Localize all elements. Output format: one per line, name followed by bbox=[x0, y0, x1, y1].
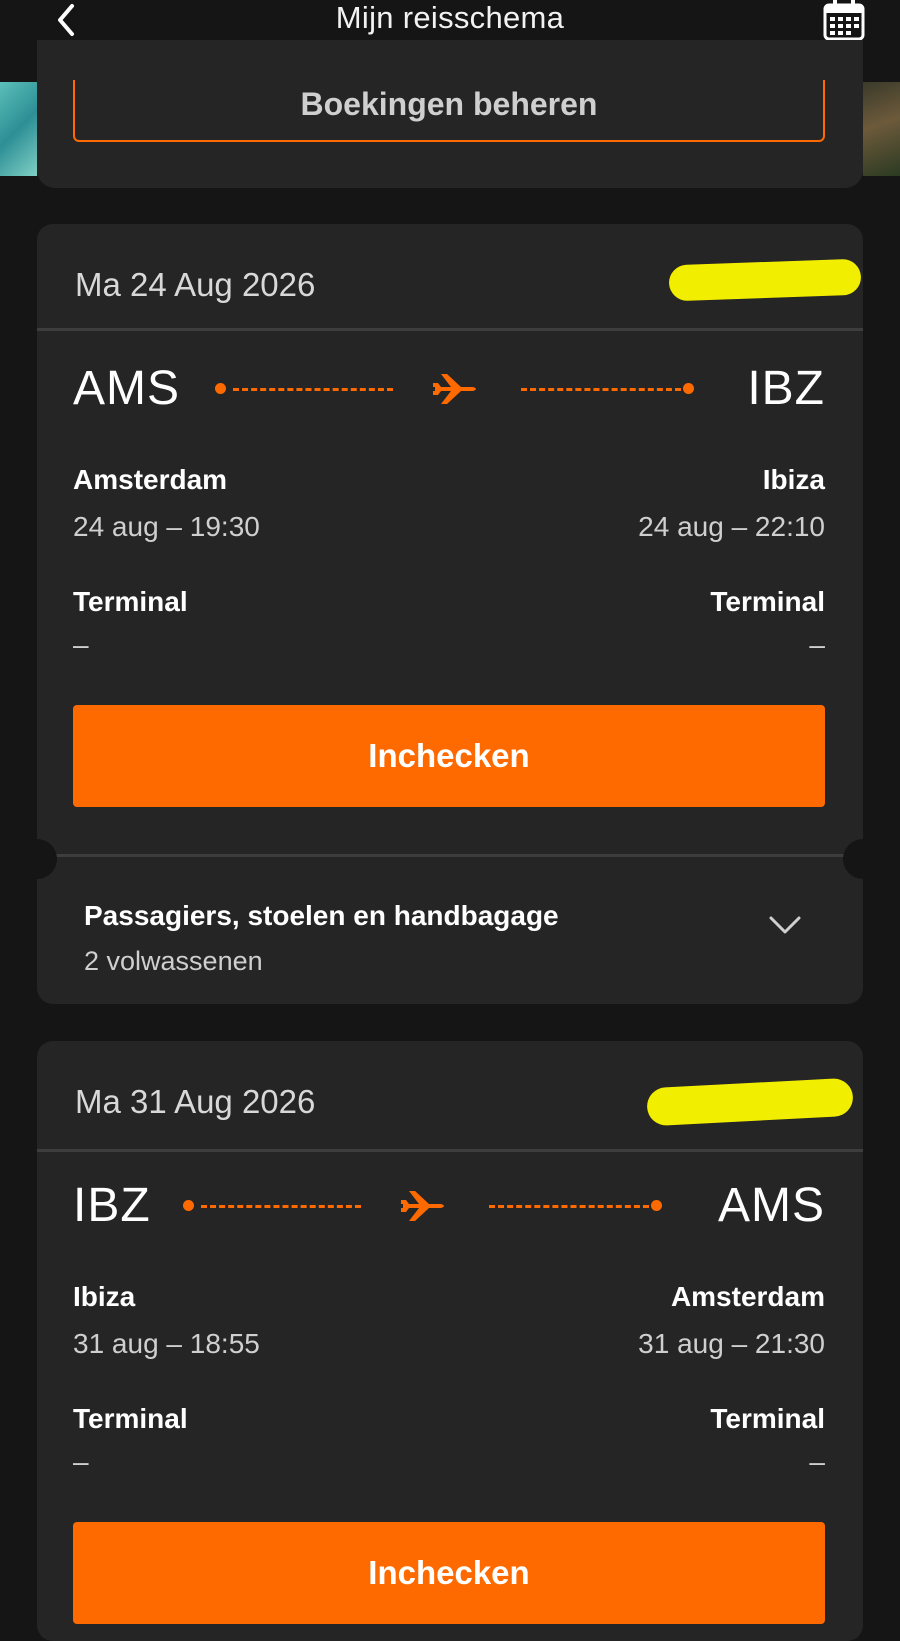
divider bbox=[37, 854, 863, 857]
checkin-button[interactable]: Inchecken bbox=[73, 705, 825, 807]
arrival-city: Ibiza bbox=[762, 464, 825, 495]
manage-bookings-label: Boekingen beheren bbox=[300, 86, 598, 122]
departure-code: IBZ bbox=[73, 1179, 151, 1232]
passengers-title: Passagiers, stoelen en handbagage bbox=[84, 900, 559, 931]
divider bbox=[37, 328, 863, 331]
flight-card-return: Ma 31 Aug 2026 IBZ AMS Ibiza Amsterdam 3… bbox=[37, 1041, 863, 1641]
divider bbox=[37, 1149, 863, 1152]
redaction-mark bbox=[646, 1077, 854, 1127]
passengers-count: 2 volwassenen bbox=[84, 946, 263, 976]
arrival-terminal-label: Terminal bbox=[710, 1403, 825, 1434]
calendar-icon[interactable] bbox=[822, 0, 866, 42]
chevron-down-icon[interactable] bbox=[765, 912, 805, 938]
ticket-notch bbox=[843, 839, 883, 879]
arrival-code: IBZ bbox=[747, 362, 825, 415]
destination-image-left bbox=[0, 82, 37, 176]
departure-terminal-value: – bbox=[73, 629, 89, 660]
departure-terminal-label: Terminal bbox=[73, 586, 188, 617]
departure-terminal-value: – bbox=[73, 1446, 89, 1477]
route-dot bbox=[683, 383, 694, 394]
arrival-terminal-label: Terminal bbox=[710, 586, 825, 617]
departure-city: Ibiza bbox=[73, 1281, 136, 1312]
route-line bbox=[215, 374, 695, 404]
departure-city: Amsterdam bbox=[73, 464, 228, 495]
route-line bbox=[183, 1191, 663, 1221]
redaction-mark bbox=[668, 258, 862, 302]
manage-bookings-button[interactable]: Boekingen beheren bbox=[73, 80, 825, 142]
route-dash bbox=[201, 1205, 361, 1208]
departure-time: 31 aug – 18:55 bbox=[73, 1328, 260, 1359]
route-dot bbox=[183, 1200, 194, 1211]
arrival-city: Amsterdam bbox=[670, 1281, 825, 1312]
top-bar: Mijn reisschema bbox=[0, 0, 900, 42]
checkin-button[interactable]: Inchecken bbox=[73, 1522, 825, 1624]
arrival-code: AMS bbox=[717, 1179, 825, 1232]
page-title: Mijn reisschema bbox=[335, 0, 565, 35]
departure-code: AMS bbox=[73, 362, 181, 415]
arrival-terminal-value: – bbox=[809, 1446, 825, 1477]
arrival-time: 31 aug – 21:30 bbox=[638, 1328, 825, 1359]
airplane-icon bbox=[433, 374, 476, 404]
departure-time: 24 aug – 19:30 bbox=[73, 511, 260, 542]
arrival-terminal-value: – bbox=[809, 629, 825, 660]
route-dash bbox=[489, 1205, 649, 1208]
route-dash bbox=[521, 388, 681, 391]
route-dot bbox=[651, 1200, 662, 1211]
route-dot bbox=[215, 383, 226, 394]
arrival-time: 24 aug – 22:10 bbox=[638, 511, 825, 542]
flight-card-outbound: Ma 24 Aug 2026 AMS IBZ Amsterdam Ibiza 2… bbox=[37, 224, 863, 1004]
route-dash bbox=[233, 388, 393, 391]
flight-date: Ma 31 Aug 2026 bbox=[75, 1083, 316, 1120]
flight-date: Ma 24 Aug 2026 bbox=[75, 266, 316, 303]
destination-image-right bbox=[863, 82, 900, 176]
departure-terminal-label: Terminal bbox=[73, 1403, 188, 1434]
manage-bookings-card: Boekingen beheren bbox=[37, 40, 863, 188]
ticket-notch bbox=[17, 839, 57, 879]
airplane-icon bbox=[401, 1191, 444, 1221]
